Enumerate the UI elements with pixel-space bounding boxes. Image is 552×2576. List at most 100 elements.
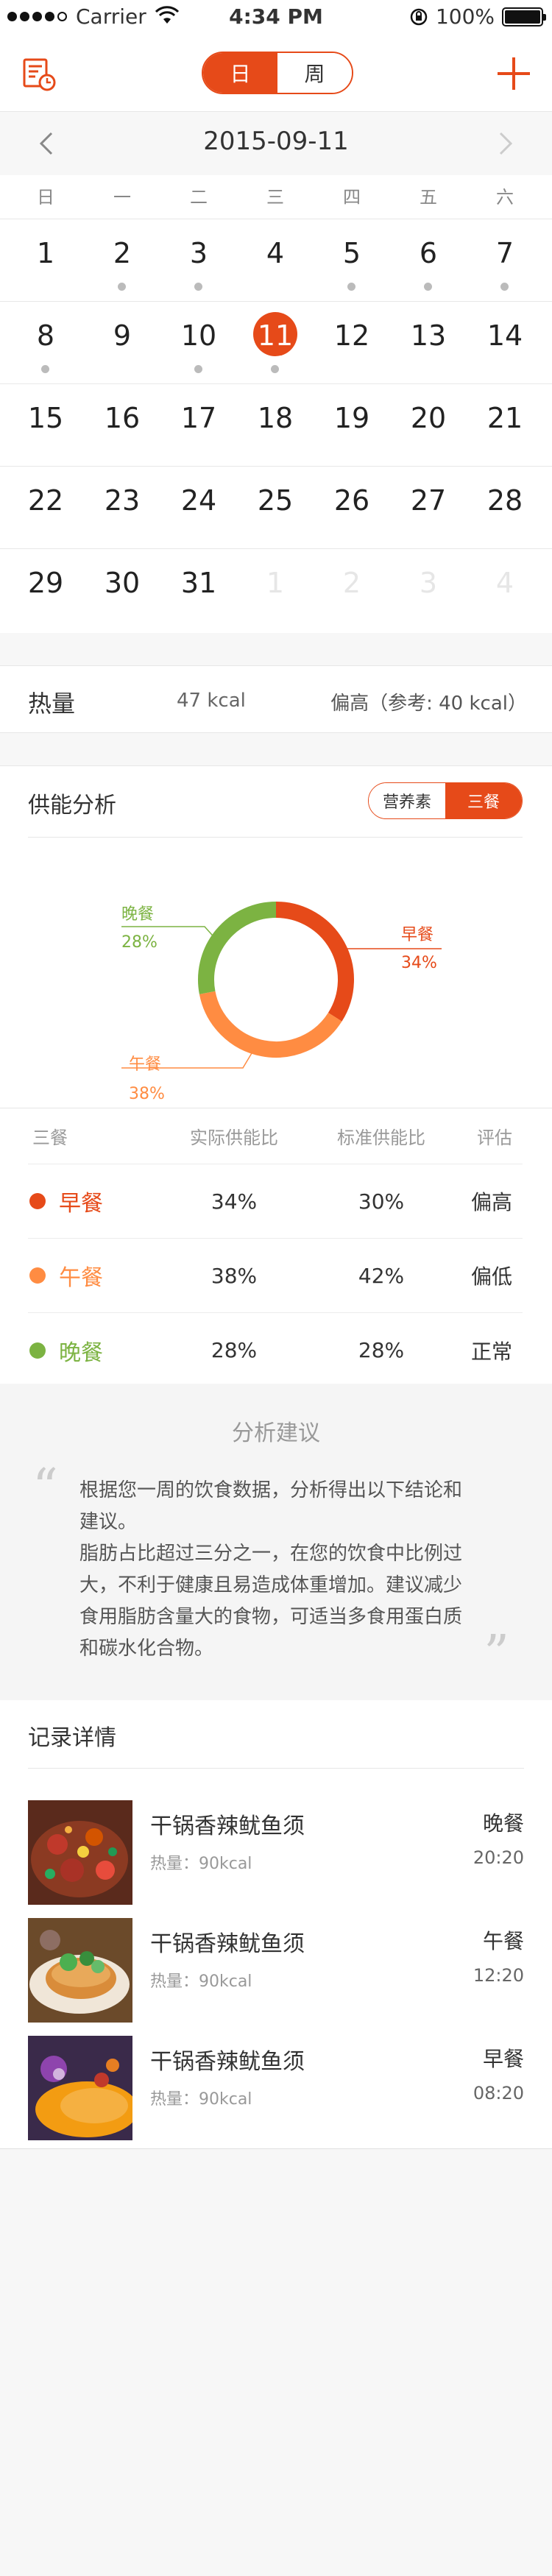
calendar-day[interactable]: 10 bbox=[160, 302, 237, 383]
calendar-day[interactable]: 16 bbox=[84, 384, 160, 466]
seg-week[interactable]: 周 bbox=[277, 53, 352, 93]
calendar-day[interactable]: 5 bbox=[314, 219, 390, 301]
analysis-toggle[interactable]: 营养素 三餐 bbox=[368, 782, 523, 819]
calendar-day[interactable]: 12 bbox=[314, 302, 390, 383]
calendar-day[interactable]: 21 bbox=[467, 384, 543, 466]
calendar-day: 3 bbox=[390, 549, 467, 631]
day-number: 13 bbox=[410, 319, 447, 352]
status-right: 100% bbox=[409, 4, 546, 29]
record-food-name: 干锅香辣鱿鱼须 bbox=[150, 1931, 305, 1957]
actual-ratio: 28% bbox=[210, 1338, 258, 1362]
meal-color-dot bbox=[29, 1267, 46, 1284]
day-number: 27 bbox=[410, 484, 447, 517]
record-indicator-dot bbox=[424, 283, 432, 291]
calendar-day[interactable]: 1 bbox=[7, 219, 84, 301]
calendar-grid: 1 2 3 4 5 6 7 8 9 10 11 12 13 14 15 16 17 18 19 20 21 22 23 24 2… bbox=[0, 219, 552, 633]
calendar-day[interactable]: 15 bbox=[7, 384, 84, 466]
calendar-day[interactable]: 8 bbox=[7, 302, 84, 383]
food-photo bbox=[28, 2036, 132, 2140]
records-title: 记录详情 bbox=[28, 1725, 116, 1751]
day-number: 5 bbox=[342, 237, 361, 269]
day-number: 4 bbox=[266, 237, 285, 269]
quote-close-icon: ” bbox=[484, 1625, 509, 1683]
calendar-day[interactable]: 27 bbox=[390, 467, 467, 548]
seg-day[interactable]: 日 bbox=[203, 53, 277, 93]
donut-chart: 早餐 34% 午餐 38% 晚餐 28% bbox=[0, 837, 552, 1137]
calendar-week-row: 8 9 10 11 12 13 14 bbox=[0, 302, 552, 384]
calendar-history-icon[interactable] bbox=[22, 57, 56, 91]
calendar-week-row: 22 23 24 25 26 27 28 bbox=[0, 467, 552, 549]
day-number: 28 bbox=[486, 484, 523, 517]
record-details: 记录详情 干锅香辣鱿鱼须 热量：90kcal 晚餐 20:20 干锅香辣鱿鱼须 … bbox=[0, 1700, 552, 2149]
day-number: 1 bbox=[36, 237, 55, 269]
calendar-day[interactable]: 17 bbox=[160, 384, 237, 466]
day-number: 6 bbox=[419, 237, 438, 269]
table-row: 晚餐 28% 28% 正常 bbox=[28, 1313, 523, 1387]
calendar-day[interactable]: 25 bbox=[237, 467, 314, 548]
record-calories: 热量：90kcal bbox=[150, 1972, 252, 1991]
meal-energy-table: 三餐 实际供能比 标准供能比 评估 早餐 34% 30% 偏高 午餐 38% 42% 偏低 晚餐… bbox=[28, 1108, 523, 1387]
calendar-day[interactable]: 22 bbox=[7, 467, 84, 548]
day-number: 1 bbox=[266, 567, 285, 599]
record-food-name: 干锅香辣鱿鱼须 bbox=[150, 2049, 305, 2075]
next-month-icon[interactable] bbox=[495, 131, 517, 156]
day-number: 3 bbox=[189, 237, 208, 269]
day-number: 23 bbox=[104, 484, 141, 517]
day-number: 4 bbox=[495, 567, 514, 599]
calendar-day[interactable]: 18 bbox=[237, 384, 314, 466]
calendar-day[interactable]: 4 bbox=[237, 219, 314, 301]
standard-ratio: 28% bbox=[358, 1338, 405, 1362]
record-time: 12:20 bbox=[473, 1965, 524, 1986]
add-icon[interactable] bbox=[493, 53, 534, 94]
record-meal: 晚餐 bbox=[482, 1811, 524, 1836]
calendar-day[interactable]: 13 bbox=[390, 302, 467, 383]
calendar-day[interactable]: 29 bbox=[7, 549, 84, 631]
calendar-day[interactable]: 30 bbox=[84, 549, 160, 631]
calendar-day[interactable]: 9 bbox=[84, 302, 160, 383]
battery-icon bbox=[502, 7, 546, 26]
record-item[interactable]: 干锅香辣鱿鱼须 热量：90kcal 早餐 08:20 bbox=[28, 2036, 524, 2140]
calendar-day[interactable]: 2 bbox=[84, 219, 160, 301]
actual-ratio: 38% bbox=[210, 1263, 258, 1288]
calendar-day[interactable]: 6 bbox=[390, 219, 467, 301]
standard-ratio: 42% bbox=[358, 1263, 405, 1288]
calendar-day[interactable]: 24 bbox=[160, 467, 237, 548]
calendar-day[interactable]: 19 bbox=[314, 384, 390, 466]
day-number: 12 bbox=[333, 319, 370, 352]
day-week-toggle[interactable]: 日 周 bbox=[202, 52, 353, 94]
toggle-nutrient[interactable]: 营养素 bbox=[369, 783, 445, 818]
calendar-week-row: 15 16 17 18 19 20 21 bbox=[0, 384, 552, 467]
calendar-day[interactable]: 28 bbox=[467, 467, 543, 548]
divider bbox=[28, 1768, 524, 1769]
calendar-day[interactable]: 31 bbox=[160, 549, 237, 631]
calendar-week-row: 29 30 31 1 2 3 4 bbox=[0, 549, 552, 631]
day-number: 14 bbox=[486, 319, 523, 352]
record-indicator-dot bbox=[271, 365, 279, 373]
toggle-meals[interactable]: 三餐 bbox=[445, 783, 522, 818]
col-header-eval: 评估 bbox=[477, 1128, 512, 1148]
calendar-day[interactable]: 3 bbox=[160, 219, 237, 301]
calendar-day[interactable]: 14 bbox=[467, 302, 543, 383]
current-date: 2015-09-11 bbox=[203, 127, 349, 156]
calendar-day[interactable]: 26 bbox=[314, 467, 390, 548]
calendar-day[interactable]: 20 bbox=[390, 384, 467, 466]
evaluation: 偏低 bbox=[470, 1264, 512, 1289]
day-number: 11 bbox=[257, 319, 294, 352]
label-dinner-name: 晚餐 bbox=[121, 905, 154, 924]
day-number: 10 bbox=[180, 319, 217, 352]
energy-analysis-card: 供能分析 营养素 三餐 早餐 34% 午餐 38% 晚餐 28% 三餐 实际供能 bbox=[0, 765, 552, 1384]
calendar-day[interactable]: 7 bbox=[467, 219, 543, 301]
calorie-value: 47 kcal bbox=[177, 690, 246, 712]
calendar-day-selected[interactable]: 11 bbox=[237, 302, 314, 383]
record-item[interactable]: 干锅香辣鱿鱼须 热量：90kcal 晚餐 20:20 bbox=[28, 1800, 524, 1905]
food-photo bbox=[28, 1800, 132, 1905]
donut-slice-lunch bbox=[199, 991, 342, 1058]
table-header-row: 三餐 实际供能比 标准供能比 评估 bbox=[28, 1108, 523, 1164]
label-breakfast-pct: 34% bbox=[401, 954, 437, 972]
calendar-day[interactable]: 23 bbox=[84, 467, 160, 548]
weekday-label: 一 bbox=[113, 187, 131, 208]
table-row: 午餐 38% 42% 偏低 bbox=[28, 1239, 523, 1313]
standard-ratio: 30% bbox=[358, 1189, 405, 1214]
record-item[interactable]: 干锅香辣鱿鱼须 热量：90kcal 午餐 12:20 bbox=[28, 1918, 524, 2023]
meal-cell: 晚餐 bbox=[28, 1334, 160, 1367]
